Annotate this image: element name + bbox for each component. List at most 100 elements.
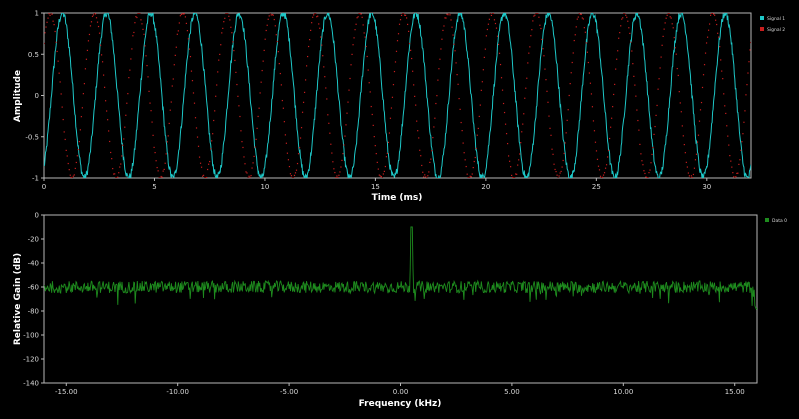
signal-2-point bbox=[718, 36, 720, 38]
time-legend: Signal 1 Signal 2 bbox=[760, 16, 785, 33]
signal-2-point bbox=[293, 174, 296, 177]
signal-2-point bbox=[594, 141, 597, 143]
signal-2-point bbox=[534, 14, 536, 16]
signal-2-point bbox=[125, 114, 127, 116]
frequency-x-tick-label: 15.00 bbox=[725, 388, 745, 396]
signal-2-point bbox=[303, 91, 306, 93]
signal-2-point bbox=[415, 104, 417, 106]
signal-2-point bbox=[575, 26, 577, 28]
frequency-legend: Data 0 bbox=[765, 218, 787, 224]
signal-2-point bbox=[126, 102, 128, 104]
signal-2-point bbox=[412, 70, 414, 72]
signal-2-point bbox=[698, 120, 701, 122]
frequency-x-ticks: -15.00 -10.00 -5.00 0.00 5.00 10.00 15.00 bbox=[55, 383, 745, 396]
signal-2-point bbox=[748, 61, 750, 63]
signal-2-point bbox=[571, 61, 573, 64]
signal-2-point bbox=[706, 36, 709, 38]
signal-2-point bbox=[173, 64, 175, 66]
time-y-axis-label: Amplitude bbox=[13, 70, 23, 122]
signal-2-point bbox=[694, 159, 697, 161]
signal-2-point bbox=[255, 138, 257, 140]
signal-2-point bbox=[302, 101, 305, 103]
signal-2-point bbox=[428, 171, 430, 173]
signal-2-point bbox=[405, 17, 408, 19]
signal-2-point bbox=[602, 174, 605, 176]
signal-2-point bbox=[127, 93, 129, 95]
frequency-y-tick-label: -40 bbox=[28, 260, 39, 268]
signal-2-point bbox=[144, 45, 146, 47]
signal-2-point bbox=[636, 109, 638, 111]
time-y-tick-label: 0 bbox=[35, 92, 39, 100]
signal-2-point bbox=[128, 77, 130, 79]
signal-2-point bbox=[511, 174, 513, 176]
signal-2-point bbox=[76, 155, 78, 157]
signal-2-point bbox=[551, 148, 553, 150]
signal-2-point bbox=[179, 15, 181, 17]
signal-2-point bbox=[267, 18, 269, 20]
signal-2-point bbox=[58, 72, 60, 74]
signal-2-point bbox=[541, 38, 543, 41]
signal-2-point bbox=[336, 175, 338, 177]
signal-2-point bbox=[261, 69, 263, 72]
signal-2-point bbox=[743, 121, 745, 123]
signal-2-point bbox=[417, 130, 419, 132]
signal-2-point bbox=[74, 167, 76, 170]
signal-2-point bbox=[630, 41, 632, 43]
signal-2-point bbox=[114, 173, 116, 175]
signal-2-point bbox=[169, 109, 171, 111]
signal-2-point bbox=[454, 50, 456, 52]
signal-2-point bbox=[297, 153, 300, 155]
signal-2-point bbox=[738, 163, 740, 166]
time-x-tick-label: 0 bbox=[42, 183, 46, 191]
signal-2-point bbox=[728, 144, 730, 146]
signal-2-point bbox=[163, 168, 165, 171]
signal-2-point bbox=[573, 39, 575, 42]
signal-2-point bbox=[485, 35, 487, 37]
signal-2-point bbox=[345, 124, 347, 126]
signal-2-point bbox=[659, 67, 661, 69]
signal-2-point bbox=[660, 56, 662, 58]
signal-2-point bbox=[86, 49, 89, 52]
signal-2-point bbox=[185, 22, 188, 25]
signal-2-point bbox=[151, 121, 153, 123]
signal-2-point bbox=[596, 158, 599, 160]
signal-2-point bbox=[134, 22, 136, 24]
signal-2-point bbox=[94, 13, 97, 15]
signal-2-point bbox=[353, 37, 355, 39]
signal-2-point bbox=[238, 105, 240, 107]
signal-2-point bbox=[121, 155, 123, 157]
signal-2-point bbox=[197, 145, 200, 147]
signal-2-point bbox=[312, 16, 314, 18]
signal-2-point bbox=[538, 16, 540, 18]
signal-2-point bbox=[427, 175, 429, 177]
signal-2-point bbox=[648, 172, 650, 174]
signal-2-point bbox=[746, 84, 748, 86]
signal-2-point bbox=[544, 68, 546, 70]
signal-2-point bbox=[583, 27, 585, 29]
signal-2-point bbox=[409, 42, 411, 45]
signal-2-point bbox=[524, 97, 526, 99]
signal-2-point bbox=[434, 117, 436, 119]
signal-2-point bbox=[539, 24, 541, 26]
signal-2-point bbox=[250, 174, 252, 177]
signal-2-point bbox=[97, 25, 100, 28]
signal-2-point bbox=[274, 25, 276, 27]
signal-2-point bbox=[47, 17, 49, 19]
signal-2-point bbox=[101, 61, 104, 63]
signal-2-point bbox=[439, 58, 441, 60]
signal-2-point bbox=[664, 22, 666, 24]
signal-2-point bbox=[51, 13, 53, 15]
signal-2-point bbox=[508, 155, 510, 157]
signal-2-point bbox=[148, 90, 150, 92]
signal-2-point bbox=[566, 119, 568, 121]
signal-2-point bbox=[554, 168, 556, 171]
signal-2-point bbox=[277, 51, 279, 53]
signal-2-point bbox=[81, 107, 83, 109]
signal-2-point bbox=[118, 172, 120, 174]
signal-2-point bbox=[99, 44, 102, 46]
signal-2-point bbox=[279, 72, 281, 75]
signal-2-point bbox=[196, 136, 199, 138]
signal-2-point bbox=[100, 54, 103, 56]
signal-2-point bbox=[320, 36, 322, 38]
time-y-tick-label: 1 bbox=[35, 10, 39, 18]
